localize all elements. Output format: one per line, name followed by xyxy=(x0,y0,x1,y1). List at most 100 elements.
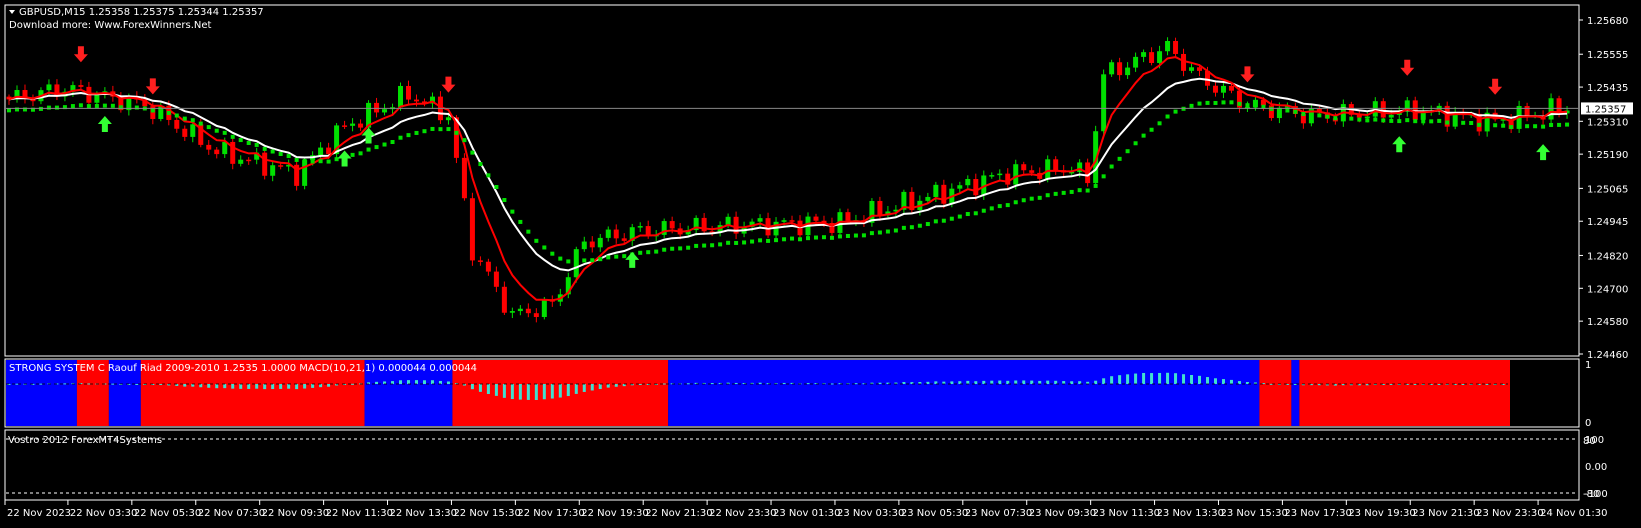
signal-dot xyxy=(46,105,51,110)
signal-dot xyxy=(558,256,563,261)
signal-dot xyxy=(622,254,627,259)
macd-bar xyxy=(287,384,291,389)
trend-segment-red xyxy=(1259,360,1292,426)
macd-bar xyxy=(407,380,410,384)
signal-dot xyxy=(893,228,898,233)
price-tick-label: 1.25190 xyxy=(1587,150,1628,161)
macd-bar xyxy=(1166,372,1170,384)
time-tick-label: 22 Nov 11:30 xyxy=(326,508,393,519)
macd-bar xyxy=(550,384,554,399)
signal-dot xyxy=(917,223,922,228)
candle-body xyxy=(973,179,979,196)
signal-dot xyxy=(302,158,307,163)
time-tick-label: 22 Nov 13:30 xyxy=(390,508,457,519)
signal-dot xyxy=(1533,124,1538,129)
signal-dot xyxy=(1485,122,1490,127)
price-tick-label: 1.25555 xyxy=(1587,50,1628,61)
macd-bar xyxy=(1126,374,1130,384)
signal-dot xyxy=(646,250,651,255)
signal-dot xyxy=(1517,124,1522,129)
candle-body xyxy=(326,147,332,155)
signal-dot xyxy=(190,118,195,123)
macd-bar xyxy=(319,384,323,388)
signal-dot xyxy=(486,173,491,178)
indicator2-scale-80: 80 xyxy=(1583,436,1596,447)
signal-dot xyxy=(1125,149,1130,154)
signal-dot xyxy=(1565,122,1570,127)
macd-bar xyxy=(207,384,211,388)
signal-dot xyxy=(334,157,339,162)
macd-bar xyxy=(982,380,986,384)
candle-body xyxy=(1013,164,1019,185)
macd-bar xyxy=(518,384,522,400)
macd-bar xyxy=(391,381,395,384)
signal-dot xyxy=(1341,115,1346,120)
macd-bar xyxy=(1094,380,1098,384)
signal-dot xyxy=(94,103,99,108)
candle-body xyxy=(781,220,787,222)
macd-bar xyxy=(327,384,331,387)
candle-body xyxy=(581,241,587,250)
trading-chart[interactable]: 1.25680 1.25555 1.25435 1.25310 1.25190 1.250… xyxy=(0,0,1641,528)
candle-body xyxy=(637,226,643,228)
signal-dot xyxy=(326,159,331,164)
subtitle-text: Download more: Www.ForexWinners.Net xyxy=(9,20,212,31)
signal-dot xyxy=(462,138,467,143)
candle-body xyxy=(933,184,939,197)
candle-body xyxy=(669,221,675,229)
signal-dot xyxy=(318,159,323,164)
signal-dot xyxy=(782,237,787,242)
signal-dot xyxy=(798,237,803,242)
signal-dot xyxy=(1525,124,1530,129)
macd-bar xyxy=(414,380,418,384)
signal-dot xyxy=(454,130,459,135)
macd-bar xyxy=(215,384,219,389)
signal-dot xyxy=(774,238,779,243)
macd-bar xyxy=(998,380,1002,384)
candle-body xyxy=(997,173,1003,176)
macd-bar xyxy=(614,384,618,387)
signal-dot xyxy=(1173,109,1178,114)
candle-body xyxy=(1117,62,1123,76)
signal-dot xyxy=(366,147,371,152)
signal-dot xyxy=(254,142,259,147)
signal-dot xyxy=(1421,119,1426,124)
signal-dot xyxy=(230,134,235,139)
candle-body xyxy=(1388,114,1394,118)
candle-body xyxy=(589,241,595,248)
time-tick-label: 23 Nov 03:30 xyxy=(837,508,904,519)
signal-dot xyxy=(494,185,499,190)
signal-dot xyxy=(1549,122,1554,127)
candle-body xyxy=(278,165,284,167)
signal-dot xyxy=(150,108,155,113)
signal-dot xyxy=(1301,112,1306,117)
signal-dot xyxy=(638,250,643,255)
time-tick-label: 23 Nov 15:30 xyxy=(1220,508,1287,519)
candle-body xyxy=(374,102,380,113)
macd-bar xyxy=(430,380,434,384)
signal-dot xyxy=(1317,113,1322,118)
signal-dot xyxy=(110,103,115,108)
candle-body xyxy=(1189,67,1195,71)
signal-dot xyxy=(478,162,483,167)
signal-dot xyxy=(550,251,555,256)
signal-dot xyxy=(294,157,299,162)
signal-dot xyxy=(1229,100,1234,105)
signal-dot xyxy=(758,238,763,243)
signal-dot xyxy=(901,225,906,230)
macd-bar xyxy=(111,383,115,385)
candle-body xyxy=(214,149,220,155)
macd-bar xyxy=(87,383,91,385)
macd-bar xyxy=(422,380,426,384)
macd-bar xyxy=(582,384,586,392)
signal-dot xyxy=(1141,133,1146,138)
indicator2-scale-zero: 0.00 xyxy=(1585,462,1607,473)
candle-body xyxy=(270,165,276,176)
candle-body xyxy=(1005,173,1011,185)
candle-body xyxy=(382,109,388,113)
signal-dot xyxy=(726,240,731,245)
time-tick-label: 22 Nov 15:30 xyxy=(453,508,520,519)
signal-dot xyxy=(390,140,395,145)
signal-dot xyxy=(885,229,890,234)
candle-body xyxy=(789,220,795,222)
